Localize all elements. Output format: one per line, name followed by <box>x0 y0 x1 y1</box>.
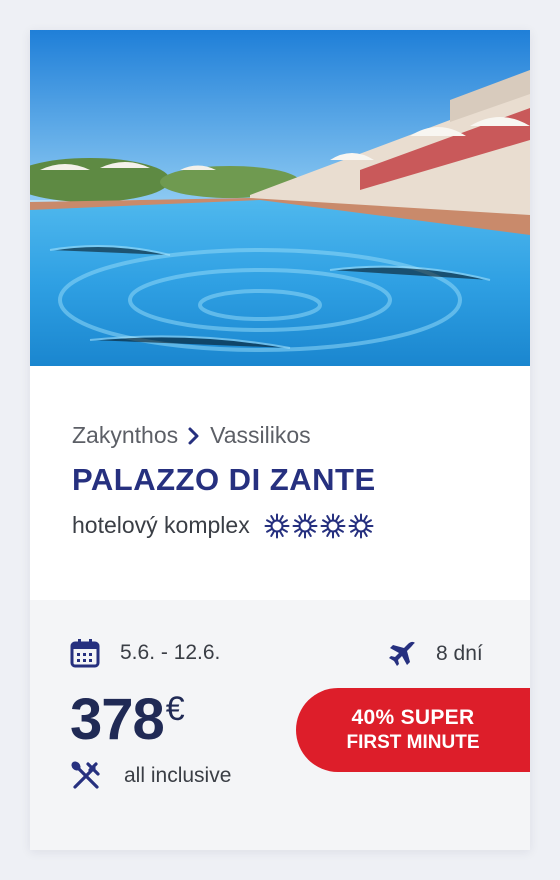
promo-line2: FIRST MINUTE <box>346 732 480 753</box>
breadcrumb: Zakynthos Vassilikos <box>72 422 311 449</box>
trip-details: 5.6. - 12.6. 8 dní 378€ all inclusive 40… <box>30 600 530 850</box>
chevron-right-icon <box>188 427 199 444</box>
promo-line1: 40% SUPER <box>351 706 475 729</box>
board-type: all inclusive <box>70 760 231 792</box>
duration-value: 8 dní <box>436 642 483 665</box>
cutlery-icon <box>71 761 100 789</box>
hotel-type-row: hotelový komplex <box>72 512 374 539</box>
dates-value: 5.6. - 12.6. <box>120 641 221 664</box>
trip-duration: 8 dní <box>388 638 483 670</box>
rating-star-icon <box>348 513 374 538</box>
breadcrumb-region[interactable]: Zakynthos <box>72 422 178 449</box>
price-currency: € <box>165 690 185 728</box>
breadcrumb-locality[interactable]: Vassilikos <box>210 422 311 449</box>
rating-star-icon <box>320 513 346 538</box>
rating-star-icon <box>292 513 318 538</box>
hotel-type: hotelový komplex <box>72 512 250 538</box>
airplane-icon <box>389 641 415 666</box>
hotel-info: Zakynthos Vassilikos PALAZZO DI ZANTE ho… <box>30 366 530 600</box>
hotel-card[interactable]: Zakynthos Vassilikos PALAZZO DI ZANTE ho… <box>30 30 530 850</box>
pool-image <box>30 30 530 366</box>
promo-badge[interactable]: 40% SUPER FIRST MINUTE <box>296 688 530 772</box>
board-value: all inclusive <box>124 764 232 787</box>
price: 378€ <box>70 686 185 753</box>
rating-star-icon <box>264 513 290 538</box>
price-value: 378 <box>70 687 165 752</box>
star-rating <box>264 513 374 539</box>
calendar-icon <box>70 639 100 668</box>
hotel-name[interactable]: PALAZZO DI ZANTE <box>72 462 376 498</box>
hotel-photo[interactable] <box>30 30 530 366</box>
trip-dates: 5.6. - 12.6. <box>70 638 220 668</box>
